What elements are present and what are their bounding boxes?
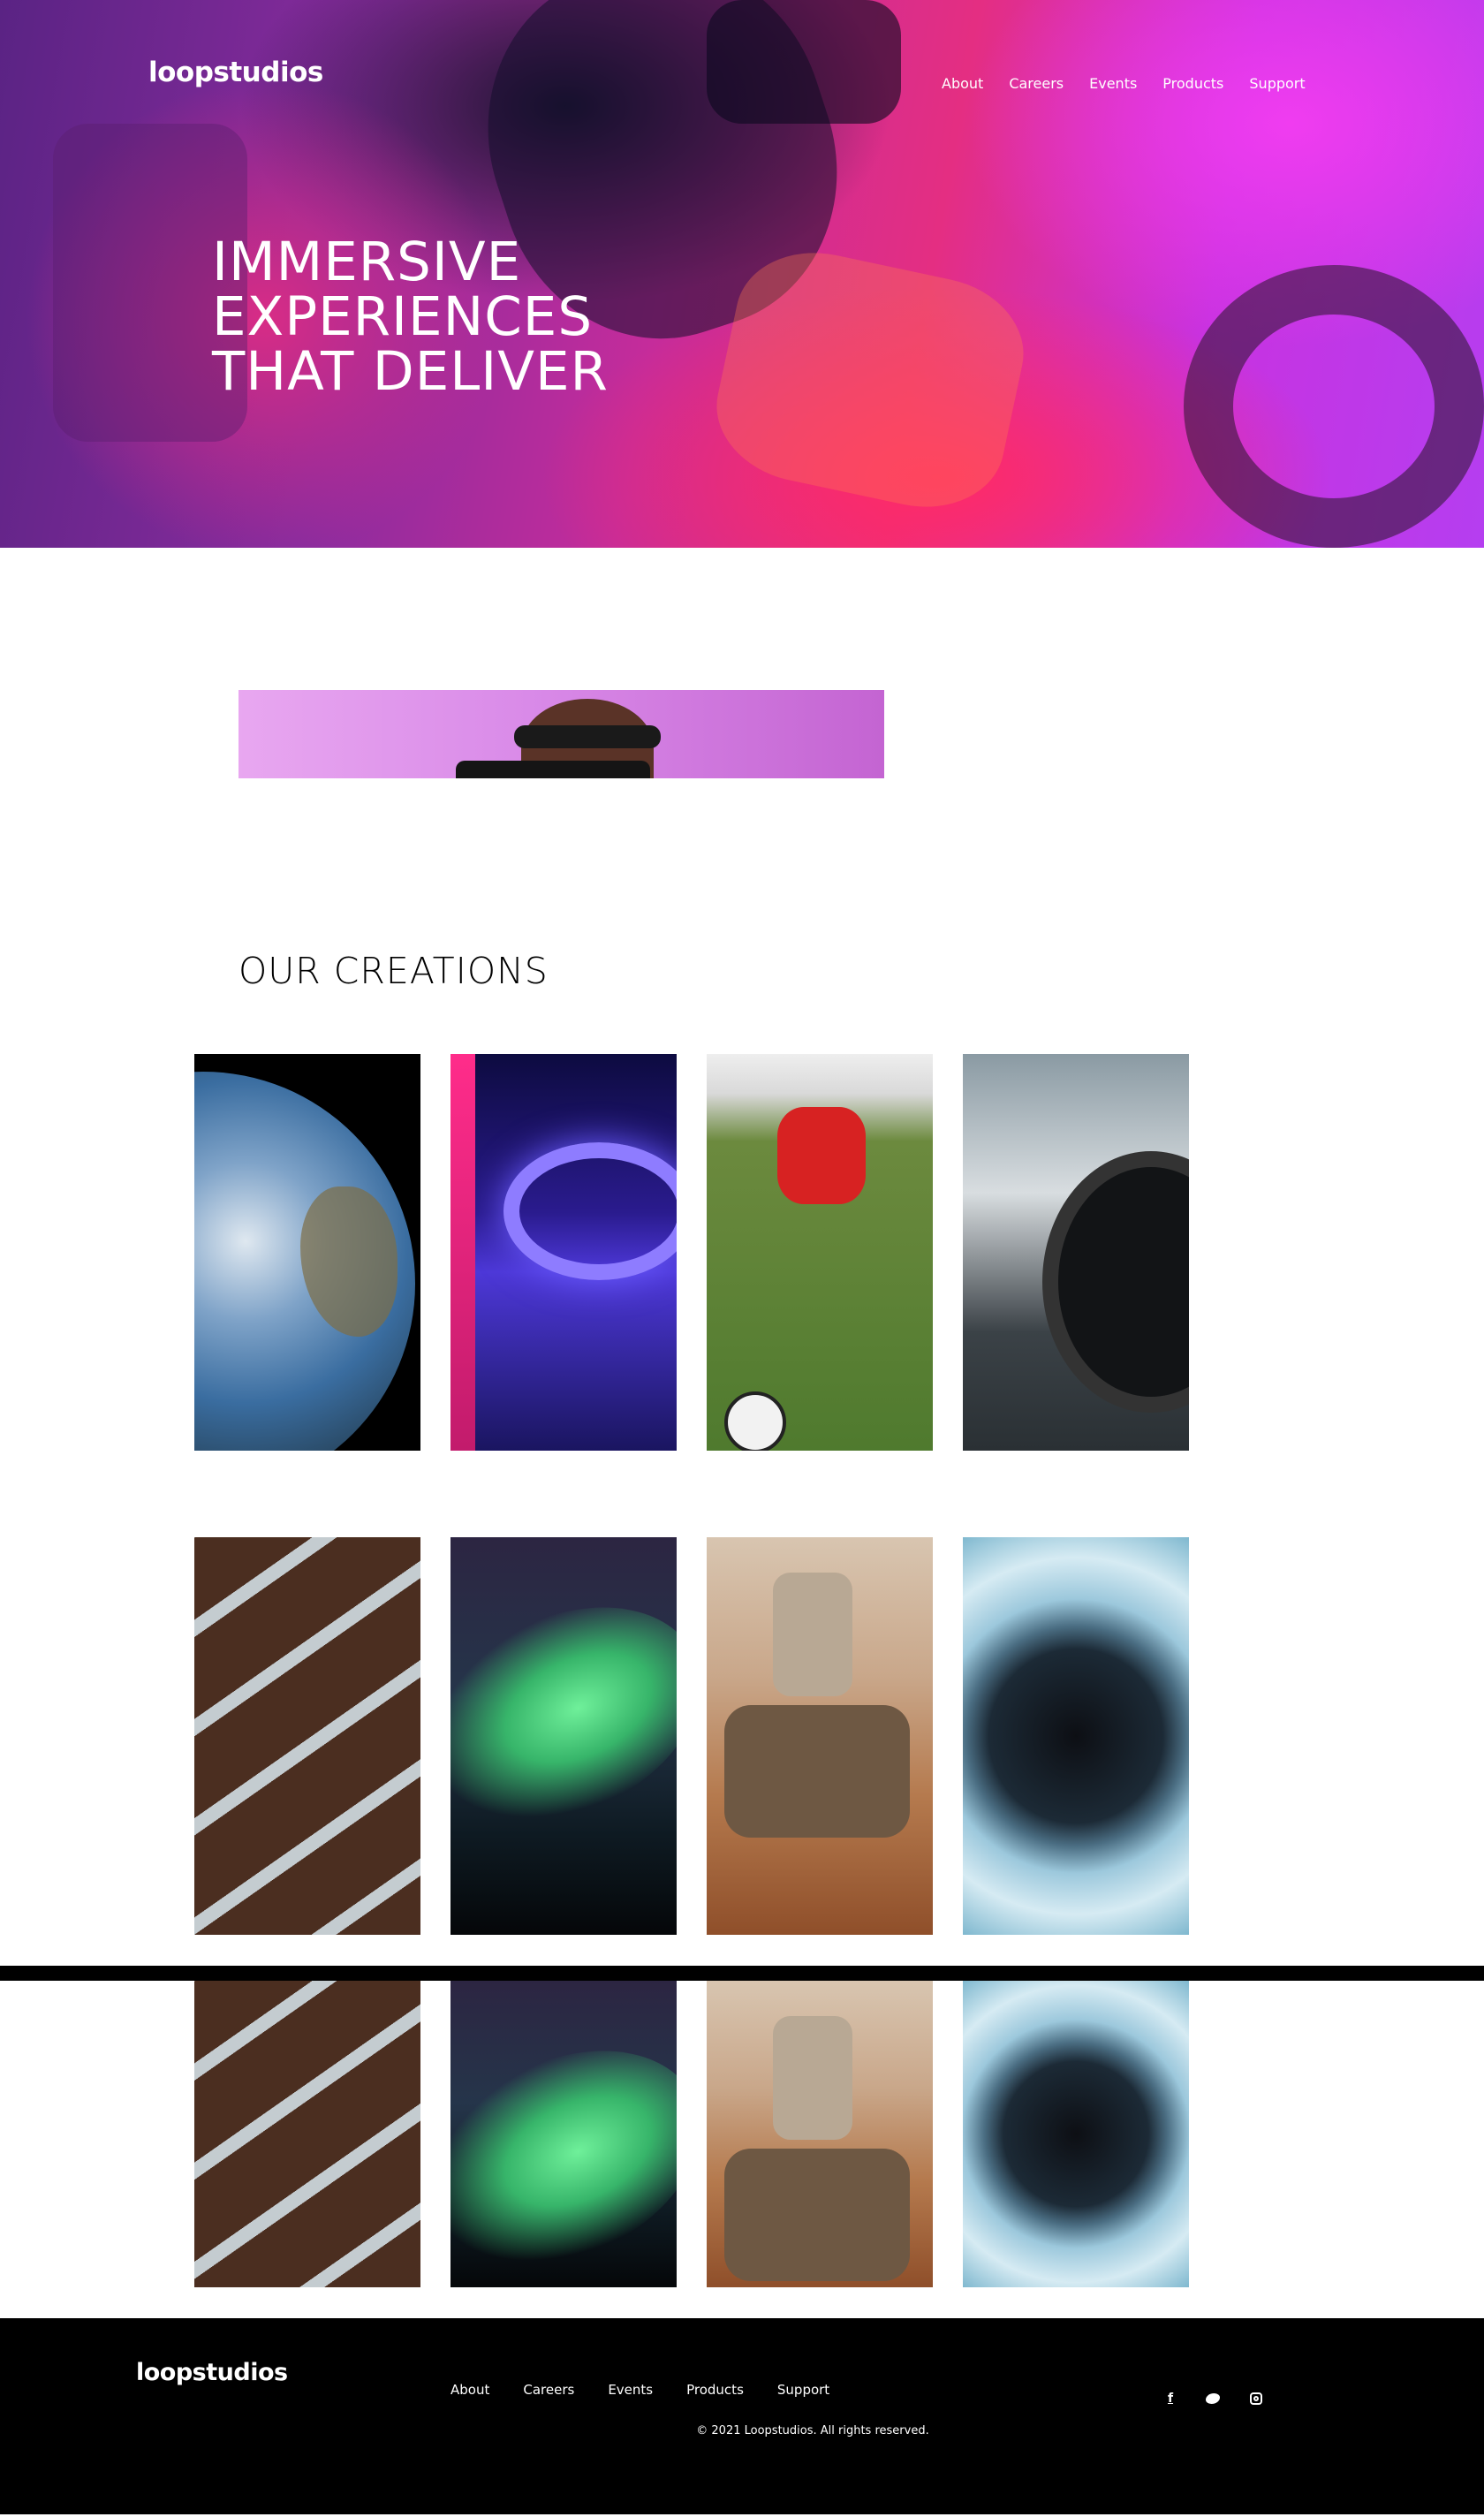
- creation-card-arcade[interactable]: [450, 1054, 677, 1451]
- nav-link-support[interactable]: Support: [1249, 75, 1305, 92]
- nav-link-about[interactable]: About: [942, 75, 983, 92]
- header-nav: About Careers Events Products Support: [942, 75, 1331, 92]
- hero-section: loopstudios About Careers Events Product…: [0, 0, 1484, 548]
- vr-image: [238, 690, 884, 778]
- creation-card-roads[interactable]: [194, 1537, 420, 1935]
- nav-link-careers[interactable]: Careers: [1009, 75, 1064, 92]
- hero-title: IMMERSIVE EXPERIENCES THAT DELIVER: [212, 235, 777, 399]
- creation-card-earth[interactable]: [194, 1054, 420, 1451]
- instagram-lens: [1253, 2396, 1259, 2401]
- instagram-icon[interactable]: [1246, 2389, 1266, 2408]
- creation-card-aurora[interactable]: [450, 1981, 677, 2287]
- hero-title-line: EXPERIENCES: [212, 285, 594, 348]
- hero-title-line: IMMERSIVE: [212, 231, 522, 293]
- footer-link-about[interactable]: About: [450, 2382, 489, 2398]
- creation-card-soccer[interactable]: [707, 1054, 933, 1451]
- creations-title: OUR CREATIONS: [238, 950, 549, 992]
- footer-link-support[interactable]: Support: [777, 2382, 829, 2398]
- site-logo[interactable]: loopstudios: [148, 57, 323, 88]
- hero-title-line: THAT DELIVER: [212, 340, 609, 403]
- footer-logo[interactable]: loopstudios: [136, 2359, 288, 2386]
- footer-link-careers[interactable]: Careers: [523, 2382, 574, 2398]
- nav-link-products[interactable]: Products: [1162, 75, 1223, 92]
- copyright-text: © 2021 Loopstudios. All rights reserved.: [696, 2424, 929, 2437]
- twitter-icon[interactable]: [1203, 2389, 1223, 2408]
- twitter-bird-shape: [1206, 2393, 1220, 2404]
- creation-card-aurora[interactable]: [450, 1537, 677, 1935]
- hero-image-shape: [707, 0, 901, 124]
- creation-card-mars-rover[interactable]: [707, 1537, 933, 1935]
- facebook-icon[interactable]: f: [1161, 2389, 1180, 2408]
- vr-headset: [456, 761, 650, 778]
- footer-link-events[interactable]: Events: [608, 2382, 653, 2398]
- nav-link-events[interactable]: Events: [1089, 75, 1137, 92]
- creation-card-roads[interactable]: [194, 1981, 420, 2287]
- footer-nav: About Careers Events Products Support: [450, 2382, 863, 2398]
- creation-card-tiny-planet[interactable]: [963, 1537, 1189, 1935]
- vr-headset-strap: [514, 725, 661, 748]
- creation-card-race-car[interactable]: [963, 1054, 1189, 1451]
- creation-card-tiny-planet[interactable]: [963, 1981, 1189, 2287]
- site-footer: loopstudios About Careers Events Product…: [0, 2318, 1484, 2514]
- hero-image-shape: [1184, 265, 1484, 548]
- section-divider: [0, 1966, 1484, 1981]
- footer-link-products[interactable]: Products: [686, 2382, 744, 2398]
- creation-card-mars-rover[interactable]: [707, 1981, 933, 2287]
